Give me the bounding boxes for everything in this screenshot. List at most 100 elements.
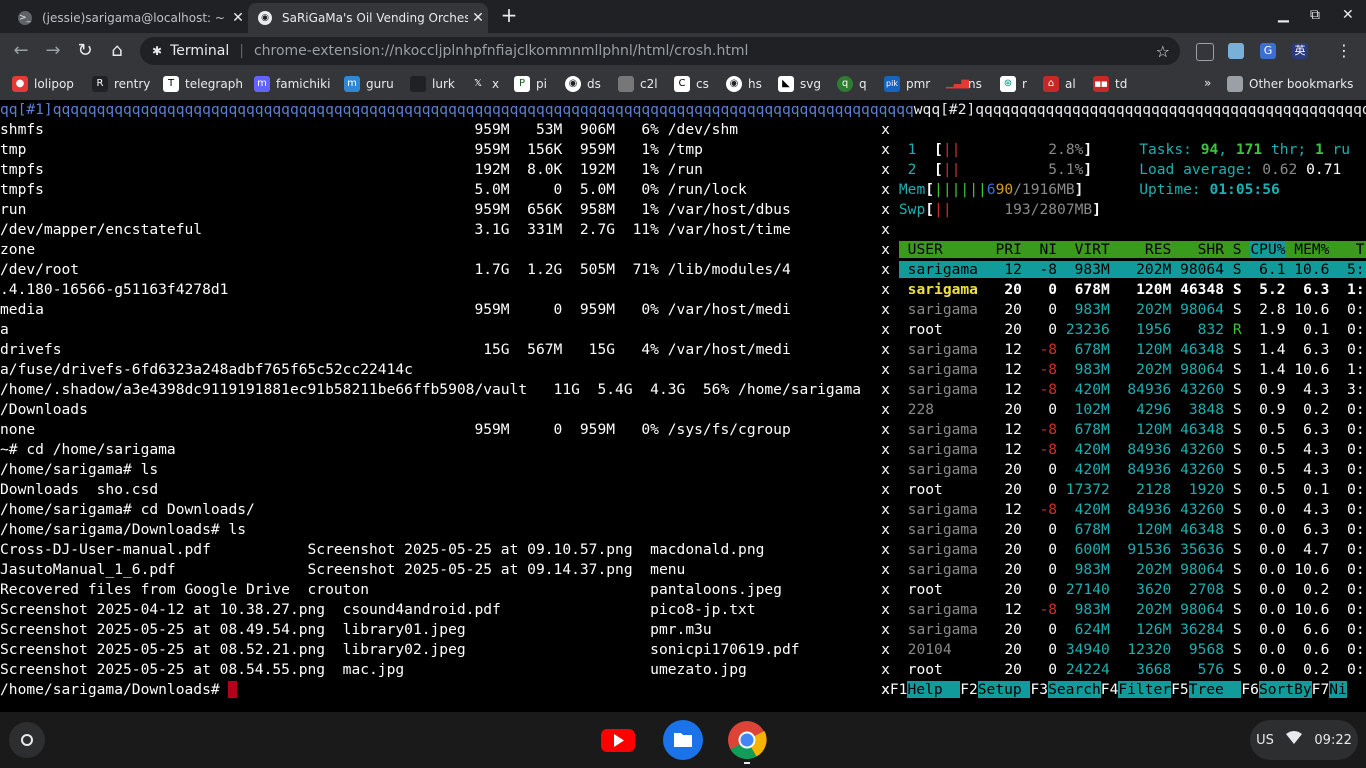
bookmark-star-icon[interactable]: ☆	[1156, 42, 1170, 61]
bookmark-svg[interactable]: ◣ svg	[778, 76, 821, 92]
forward-icon[interactable]: →	[40, 38, 66, 64]
fkey-f2-label[interactable]: Setup	[977, 681, 1031, 698]
close-tab-icon[interactable]: ✕	[468, 10, 488, 26]
terminal-line: /home/sarigama# cd Downloads/	[0, 501, 870, 518]
rentry-icon: R	[92, 76, 108, 92]
terminal-window[interactable]: qq[#1]qqqqqqqqqqqqqqqqqqqqqqqqqqqqqqqqqq…	[0, 100, 1366, 712]
terminal-line: a	[0, 321, 870, 338]
bookmark-pi[interactable]: Ppi	[514, 76, 547, 92]
bookmark-guru[interactable]: m guru	[344, 76, 394, 92]
close-window-icon[interactable]: ✕	[1342, 7, 1354, 23]
ime-indicator: US	[1256, 732, 1274, 748]
tab-terminal-session[interactable]: >_ (jessie)sarigama@localhost: ~ ✕	[8, 3, 248, 33]
bookmark-label: pmr	[906, 77, 931, 91]
pane-separator: x	[881, 461, 890, 478]
bookmark-cs[interactable]: Ccs	[674, 76, 709, 92]
tab-search-icon[interactable]	[1196, 43, 1214, 61]
telegraph-icon: T	[163, 76, 179, 92]
bookmark-pmr[interactable]: pik pmr	[884, 76, 930, 92]
fkey-f5[interactable]: F5	[1171, 681, 1189, 698]
process-row: sarigama 20 0 624M 126M 36284 S 0.0 6.6 …	[898, 621, 1365, 638]
text-cursor[interactable]	[228, 681, 238, 698]
launcher-button[interactable]	[9, 722, 45, 758]
fkey-f4-label[interactable]: Filter	[1118, 681, 1172, 698]
bookmarks-overflow-button[interactable]: »	[1204, 76, 1211, 90]
bookmark-ds[interactable]: ◉ ds	[565, 76, 601, 92]
fkey-f7-label[interactable]: Ni	[1329, 681, 1347, 698]
fkey-f3-label[interactable]: Search	[1048, 681, 1101, 698]
process-row: root 20 0 17372 2128 1920 S 0.5 0.1 0:	[898, 481, 1365, 498]
tmux-window-1[interactable]: qq[#1]qqqqqqqqqqqqqqqqqqqqqqqqqqqqqqqqqq…	[0, 101, 914, 118]
url-text[interactable]: chrome-extension://nkoccljplnhpfnfiajclk…	[254, 43, 748, 59]
translate-extension-icon[interactable]: G	[1260, 43, 1276, 59]
bookmark-label: q	[859, 77, 867, 91]
extension-puzzle-icon: ✱	[152, 44, 163, 58]
chrome-app-icon[interactable]	[727, 720, 767, 764]
globe-icon: ◉	[565, 76, 581, 92]
terminal-line: Downloads sho.csd	[0, 481, 870, 498]
terminal-line: tmpfs 192M 8.0K 192M 1% /run	[0, 161, 870, 178]
bookmark-lolipop[interactable]: ● lolipop	[12, 76, 74, 92]
process-row: sarigama 20 0 420M 84936 43260 S 0.5 4.3…	[898, 461, 1365, 478]
bar-chart-icon: ▁▃▆	[946, 78, 970, 89]
terminal-line: Screenshot 2025-04-12 at 10.38.27.png cs…	[0, 601, 870, 618]
fkey-f3[interactable]: F3	[1030, 681, 1048, 698]
bookmark-c2l[interactable]: c2l	[618, 76, 658, 92]
tmux-window-2[interactable]: wqq[#2]qqqqqqqqqqqqqqqqqqqqqqqqqqqqqqqqq…	[914, 101, 1366, 118]
back-icon[interactable]: ←	[8, 38, 34, 64]
x-logo-icon: 𝕏	[473, 78, 483, 89]
terminal-line: none 959M 0 959M 0% /sys/fs/cgroup	[0, 421, 870, 438]
process-row: 20104 20 0 34940 12320 9568 S 0.0 0.6 0:	[898, 641, 1365, 658]
pane-separator: x	[881, 241, 890, 258]
other-bookmarks-folder[interactable]: Other bookmarks	[1227, 76, 1353, 92]
pane-separator: x	[881, 401, 890, 418]
load-average: Load average: 0.62 0.71	[1139, 161, 1342, 178]
bookmark-lurk[interactable]: lurk	[410, 76, 455, 92]
pane-separator: x	[881, 321, 890, 338]
clock: 09:22	[1314, 732, 1352, 748]
bookmark-x[interactable]: 𝕏x	[470, 76, 499, 92]
tab-sarigama-oil[interactable]: ◉ SaRiGaMa's Oil Vending Orchest ✕	[248, 3, 488, 33]
process-row-selected: sarigama 12 -8 983M 202M 98064 S 6.1 10.…	[898, 260, 1366, 280]
bookmark-al[interactable]: ⌂ al	[1043, 76, 1076, 92]
new-tab-button[interactable]: +	[498, 5, 520, 27]
youtube-app-icon[interactable]	[598, 720, 638, 760]
fkey-f1[interactable]: F1	[890, 681, 908, 698]
site-label: Terminal	[170, 43, 230, 59]
fkey-f7[interactable]: F7	[1312, 681, 1330, 698]
fkey-f5-label[interactable]: Tree	[1188, 681, 1242, 698]
bookmark-td[interactable]: ■■ td	[1093, 76, 1127, 92]
home-icon[interactable]: ⌂	[104, 38, 130, 64]
overflow-chevron-icon: »	[1204, 76, 1212, 90]
maximize-icon[interactable]: ⧉	[1310, 7, 1320, 23]
tab-title: (jessie)sarigama@localhost: ~	[42, 11, 225, 25]
fkey-f6-label[interactable]: SortBy	[1258, 681, 1312, 698]
terminal-line: zone	[0, 241, 870, 258]
process-row: sarigama 20 0 678M 120M 46348 S 5.2 6.3 …	[898, 281, 1365, 298]
reload-icon[interactable]: ↻	[72, 38, 98, 64]
bookmark-famichiki[interactable]: m famichiki	[254, 76, 330, 92]
bookmark-r[interactable]: ⊛ r	[1000, 76, 1027, 92]
bookmark-hs[interactable]: ◉ hs	[726, 76, 762, 92]
bookmark-rentry[interactable]: Rrentry	[92, 76, 150, 92]
terminal-line: Cross-DJ-User-manual.pdf Screenshot 2025…	[0, 541, 870, 558]
bookmark-telegraph[interactable]: Ttelegraph	[163, 76, 243, 92]
fkey-f1-label[interactable]: Help	[907, 681, 961, 698]
process-row: sarigama 20 0 983M 202M 98064 S 0.0 10.6…	[898, 561, 1365, 578]
japanese-ime-extension-icon[interactable]: 英	[1292, 43, 1308, 59]
address-bar[interactable]: ✱ Terminal | chrome-extension://nkoccljp…	[140, 37, 1180, 65]
minimize-icon[interactable]: ▁	[1278, 7, 1289, 23]
fkey-f2[interactable]: F2	[960, 681, 978, 698]
close-tab-icon[interactable]: ✕	[228, 10, 248, 26]
status-tray[interactable]: US 09:22	[1250, 720, 1358, 760]
menu-kebab-icon[interactable]: ⋮	[1336, 43, 1352, 59]
fkey-f4[interactable]: F4	[1101, 681, 1119, 698]
process-row: root 20 0 23236 1956 832 R 1.9 0.1 0:	[898, 321, 1365, 338]
fkey-f6[interactable]: F6	[1241, 681, 1259, 698]
process-row: sarigama 20 0 678M 120M 46348 S 0.0 6.3 …	[898, 521, 1365, 538]
bookmark-q[interactable]: qq	[837, 76, 867, 92]
bookmark-ns[interactable]: ▁▃▆ ns	[946, 76, 982, 92]
process-row: sarigama 12 -8 420M 84936 43260 S 0.9 4.…	[898, 381, 1365, 398]
files-app-icon[interactable]	[663, 720, 703, 760]
extension-image-icon[interactable]	[1228, 43, 1244, 59]
